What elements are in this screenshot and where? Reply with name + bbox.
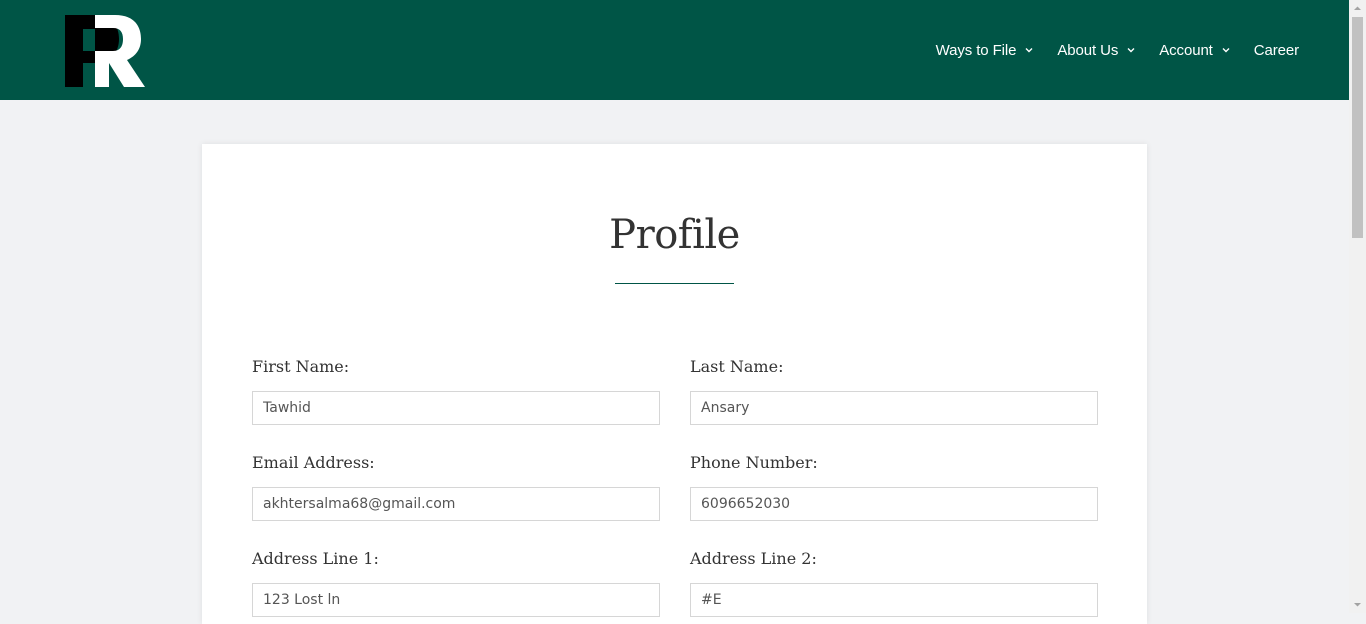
first-name-group: First Name: (252, 355, 660, 425)
address-line-1-label: Address Line 1: (252, 549, 379, 568)
email-field[interactable] (252, 487, 660, 521)
scroll-down-arrow-icon[interactable] (1349, 596, 1366, 613)
address-line-2-input[interactable] (690, 583, 1098, 617)
address-line-1-input[interactable] (252, 583, 660, 617)
last-name-group: Last Name: (690, 355, 1098, 425)
nav-account[interactable]: Account (1159, 42, 1231, 59)
nav-account-label: Account (1159, 41, 1213, 59)
chevron-down-icon (1222, 48, 1230, 53)
phone-group: Phone Number: (690, 451, 1098, 521)
address-line-2-label: Address Line 2: (690, 549, 817, 568)
vertical-scrollbar[interactable] (1349, 0, 1366, 613)
email-group: Email Address: (252, 451, 660, 521)
nav-ways-to-file[interactable]: Ways to File (936, 42, 1035, 59)
scroll-up-arrow-icon[interactable] (1349, 0, 1366, 17)
first-name-input[interactable] (252, 391, 660, 425)
nav-about-us-label: About Us (1057, 41, 1119, 59)
chevron-down-icon (1127, 48, 1135, 53)
first-name-label: First Name: (252, 357, 350, 376)
last-name-input[interactable] (690, 391, 1098, 425)
phone-label: Phone Number: (690, 453, 818, 472)
address2-group: Address Line 2: (690, 547, 1098, 617)
phone-field[interactable] (690, 487, 1098, 521)
nav-ways-to-file-label: Ways to File (935, 41, 1017, 59)
title-underline (615, 283, 734, 284)
email-label: Email Address: (252, 453, 375, 472)
nav-career[interactable]: Career (1254, 42, 1299, 59)
brand-logo[interactable] (65, 15, 147, 87)
main-nav: Ways to File About Us Account Career (913, 0, 1300, 100)
chevron-down-icon (1025, 48, 1033, 53)
address1-group: Address Line 1: (252, 547, 660, 617)
nav-about-us[interactable]: About Us (1057, 42, 1136, 59)
last-name-label: Last Name: (690, 357, 784, 376)
site-header: Ways to File About Us Account Career (0, 0, 1349, 100)
nav-career-label: Career (1253, 41, 1299, 59)
scrollbar-thumb[interactable] (1352, 17, 1363, 238)
page-title: Profile (609, 212, 740, 258)
profile-card: Profile First Name: Last Name: Email Add… (202, 144, 1147, 624)
